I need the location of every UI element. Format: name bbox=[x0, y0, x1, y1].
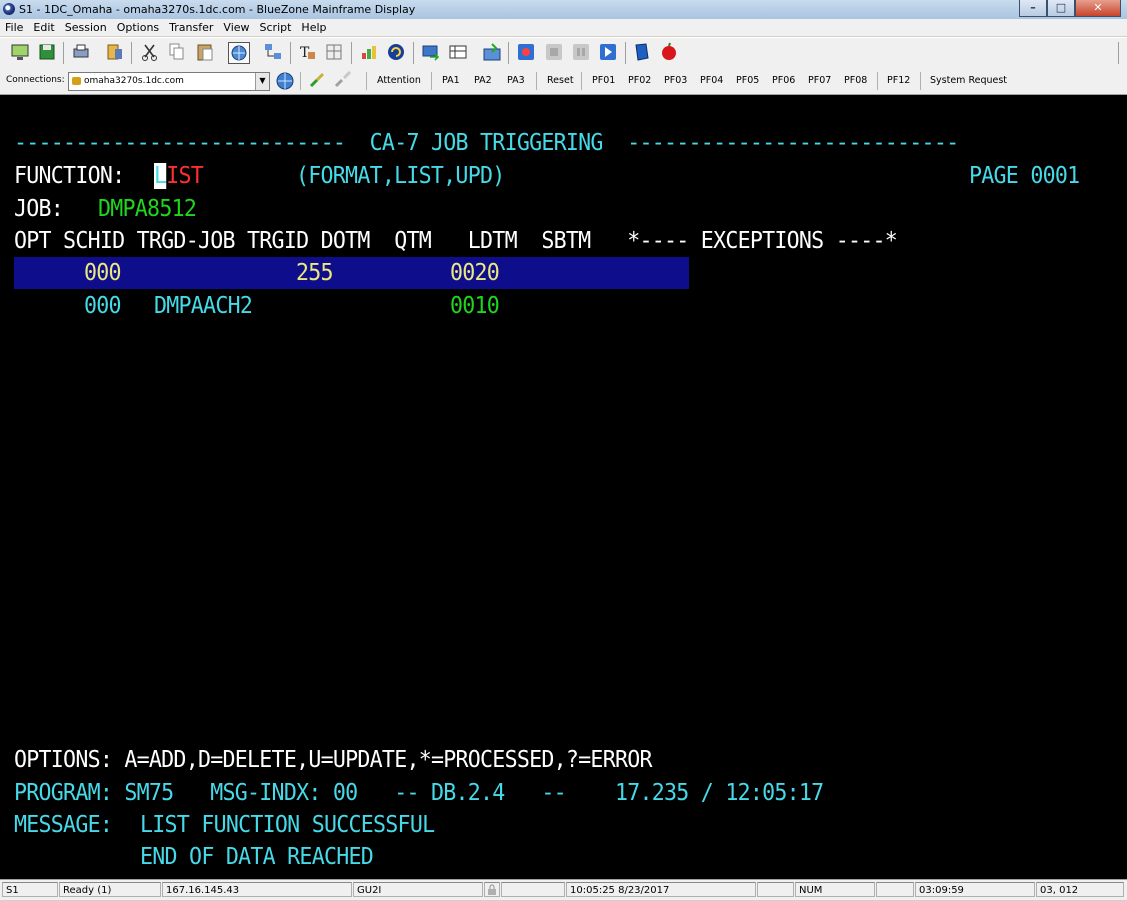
row-1-qtm: 0020 bbox=[450, 260, 500, 286]
connections-selected: omaha3270s.1dc.com bbox=[84, 76, 184, 86]
message-line-2: END OF DATA REACHED bbox=[140, 844, 374, 870]
pf02-key[interactable]: PF02 bbox=[628, 75, 651, 86]
connections-label: Connections: bbox=[6, 75, 65, 85]
connection-bar: Connections: omaha3270s.1dc.com ▼ Attent… bbox=[0, 68, 1127, 95]
terminal-screen[interactable]: --------------------------- CA-7 JOB TRI… bbox=[0, 95, 1127, 879]
pf08-key[interactable]: PF08 bbox=[844, 75, 867, 86]
print-icon[interactable] bbox=[71, 42, 91, 62]
row-1-trgid: 255 bbox=[296, 260, 334, 286]
pa2-key[interactable]: PA2 bbox=[474, 75, 492, 86]
cut-icon[interactable] bbox=[140, 42, 160, 62]
pause-icon[interactable] bbox=[571, 42, 591, 62]
screen-title-line: --------------------------- CA-7 JOB TRI… bbox=[14, 130, 959, 156]
main-toolbar: T bbox=[0, 37, 1127, 69]
function-label: FUNCTION: bbox=[14, 163, 125, 189]
row-1-schid: 000 bbox=[84, 260, 122, 286]
message-label: MESSAGE: bbox=[14, 812, 113, 838]
status-session: S1 bbox=[2, 882, 58, 897]
window-title-bar[interactable]: S1 - 1DC_Omaha - omaha3270s.1dc.com - Bl… bbox=[0, 0, 1127, 20]
status-cursor-pos: 03, 012 bbox=[1036, 882, 1124, 897]
function-input[interactable]: LIST bbox=[154, 160, 204, 193]
network-icon[interactable] bbox=[263, 42, 283, 62]
status-ip: 167.16.145.43 bbox=[162, 882, 352, 897]
reset-key[interactable]: Reset bbox=[547, 75, 574, 86]
pf01-key[interactable]: PF01 bbox=[592, 75, 615, 86]
status-blank-2 bbox=[757, 882, 794, 897]
maximize-button[interactable]: □ bbox=[1047, 0, 1075, 17]
menu-bar: File Edit Session Options Transfer View … bbox=[0, 19, 1127, 36]
job-label: JOB: bbox=[14, 196, 64, 222]
record-icon[interactable] bbox=[516, 42, 536, 62]
layout-icon[interactable] bbox=[324, 42, 344, 62]
lock-status-icon bbox=[484, 882, 500, 897]
pf04-key[interactable]: PF04 bbox=[700, 75, 723, 86]
attention-key[interactable]: Attention bbox=[377, 75, 421, 86]
menu-options[interactable]: Options bbox=[112, 21, 164, 34]
function-value: IST bbox=[166, 163, 204, 189]
row-2-trgd-job: DMPAACH2 bbox=[154, 293, 253, 319]
menu-edit[interactable]: Edit bbox=[28, 21, 59, 34]
chevron-down-icon[interactable]: ▼ bbox=[255, 73, 269, 90]
status-state: Ready (1) bbox=[59, 882, 161, 897]
apple-icon[interactable] bbox=[659, 42, 679, 62]
bluezone-app-icon bbox=[3, 3, 15, 15]
row-2-schid: 000 bbox=[84, 293, 122, 319]
options-line: OPTIONS: A=ADD,D=DELETE,U=UPDATE,*=PROCE… bbox=[14, 747, 653, 773]
status-lu: GU2I bbox=[353, 882, 483, 897]
cursor: L bbox=[154, 163, 167, 189]
receive-file-icon[interactable] bbox=[448, 42, 468, 62]
menu-script[interactable]: Script bbox=[255, 21, 297, 34]
refresh-globe-icon[interactable] bbox=[386, 42, 406, 62]
status-bar: S1 Ready (1) 167.16.145.43 GU2I 10:05:25… bbox=[0, 879, 1127, 900]
function-options: (FORMAT,LIST,UPD) bbox=[296, 163, 505, 189]
menu-file[interactable]: File bbox=[0, 21, 28, 34]
monitor-icon[interactable] bbox=[10, 42, 30, 62]
status-num: NUM bbox=[795, 882, 875, 897]
menu-session[interactable]: Session bbox=[60, 21, 112, 34]
minimize-button[interactable]: – bbox=[1019, 0, 1047, 17]
send-file-icon[interactable] bbox=[421, 42, 441, 62]
row-2-qtm: 0010 bbox=[450, 293, 500, 319]
menu-view[interactable]: View bbox=[218, 21, 254, 34]
properties-icon[interactable] bbox=[105, 42, 125, 62]
connect-icon[interactable] bbox=[308, 71, 328, 91]
disconnect-icon[interactable] bbox=[333, 70, 353, 91]
save-icon[interactable] bbox=[37, 42, 57, 62]
close-button[interactable]: ✕ bbox=[1075, 0, 1121, 17]
play-icon[interactable] bbox=[598, 42, 618, 62]
pa3-key[interactable]: PA3 bbox=[507, 75, 525, 86]
web-icon[interactable] bbox=[228, 42, 250, 64]
status-elapsed: 03:09:59 bbox=[915, 882, 1035, 897]
pf06-key[interactable]: PF06 bbox=[772, 75, 795, 86]
paste-icon[interactable] bbox=[195, 42, 215, 62]
lock-icon bbox=[72, 76, 81, 85]
status-datetime: 10:05:25 8/23/2017 bbox=[566, 882, 756, 897]
menu-help[interactable]: Help bbox=[296, 21, 331, 34]
connections-dropdown[interactable]: omaha3270s.1dc.com ▼ bbox=[68, 72, 270, 91]
window-title: S1 - 1DC_Omaha - omaha3270s.1dc.com - Bl… bbox=[19, 3, 416, 16]
font-icon[interactable]: T bbox=[297, 42, 317, 62]
job-field[interactable]: DMPA8512 bbox=[98, 193, 197, 226]
copy-icon[interactable] bbox=[167, 42, 187, 62]
status-blank-3 bbox=[876, 882, 914, 897]
program-line: PROGRAM: SM75 MSG-INDX: 00 -- DB.2.4 -- … bbox=[14, 780, 824, 806]
message-line-1: LIST FUNCTION SUCCESSFUL bbox=[140, 812, 435, 838]
pa1-key[interactable]: PA1 bbox=[442, 75, 460, 86]
stop-icon[interactable] bbox=[544, 42, 564, 62]
column-header: OPT SCHID TRGD-JOB TRGID DOTM QTM LDTM S… bbox=[14, 228, 898, 254]
pf05-key[interactable]: PF05 bbox=[736, 75, 759, 86]
transfer-icon[interactable] bbox=[482, 42, 502, 62]
status-blank-1 bbox=[501, 882, 565, 897]
pf12-key[interactable]: PF12 bbox=[887, 75, 910, 86]
chart-icon[interactable] bbox=[359, 42, 379, 62]
pf07-key[interactable]: PF07 bbox=[808, 75, 831, 86]
page-number: PAGE 0001 bbox=[969, 163, 1080, 189]
system-request-key[interactable]: System Request bbox=[930, 75, 1007, 86]
window-controls: – □ ✕ bbox=[1019, 0, 1121, 17]
book-icon[interactable] bbox=[632, 42, 652, 62]
globe-connect-icon[interactable] bbox=[275, 71, 295, 91]
menu-transfer[interactable]: Transfer bbox=[164, 21, 218, 34]
pf03-key[interactable]: PF03 bbox=[664, 75, 687, 86]
